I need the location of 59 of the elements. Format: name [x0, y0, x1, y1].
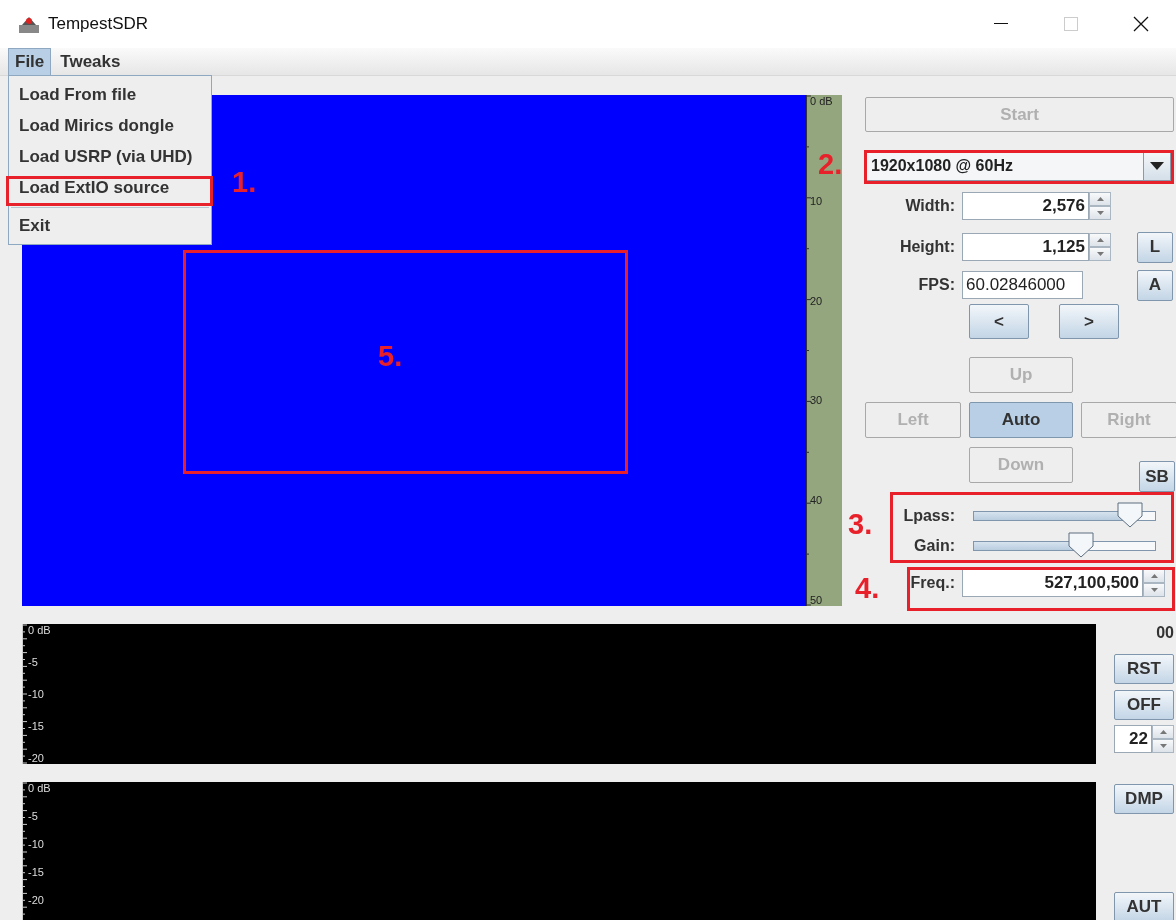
minimize-icon: [994, 23, 1008, 25]
close-icon: [1133, 16, 1149, 32]
fps-field[interactable]: 60.02846000: [962, 271, 1083, 299]
scale-label: 10: [810, 194, 824, 207]
annotation-number: 4.: [855, 572, 880, 605]
side-button[interactable]: L: [1137, 231, 1173, 263]
spinner-arrows[interactable]: [1089, 192, 1111, 220]
slider-label: Gain:: [913, 537, 956, 555]
annotation-number: 3.: [848, 508, 873, 541]
field-label: FPS:: [917, 276, 956, 294]
scale-label: 0 dB: [28, 624, 52, 636]
annotation-number: 5.: [378, 340, 403, 373]
window-title: TempestSDR: [48, 14, 149, 34]
scale-label: -10: [28, 838, 45, 850]
reset-button[interactable]: RST: [1114, 654, 1174, 684]
off-button[interactable]: OFF: [1114, 690, 1174, 720]
slider-thumb[interactable]: [1116, 502, 1143, 528]
scale-label: -5: [28, 810, 39, 822]
previous-button[interactable]: <: [969, 304, 1029, 339]
scale-label: 40: [810, 494, 824, 507]
frequency-field[interactable]: 527,100,500: [962, 569, 1143, 597]
scale-label: 30: [810, 394, 824, 407]
dump-button[interactable]: DMP: [1114, 784, 1174, 814]
field-label: Width:: [904, 197, 956, 215]
scale-label: -20: [28, 752, 45, 764]
next-button[interactable]: >: [1059, 304, 1119, 339]
scale-label: -15: [28, 720, 45, 732]
caret-icon: [1150, 161, 1164, 170]
menu-entry[interactable]: Load USRP (via UHD): [9, 142, 211, 173]
menu-item[interactable]: File: [8, 47, 52, 76]
menu-item[interactable]: Tweaks: [53, 47, 128, 76]
spinner-arrows[interactable]: [1152, 725, 1174, 753]
scale-label: -10: [28, 688, 45, 700]
slider-label: Lpass:: [902, 507, 956, 525]
slider-thumb[interactable]: [1067, 532, 1094, 558]
scale-label: 0 dB: [810, 95, 834, 107]
side-button[interactable]: A: [1137, 269, 1173, 301]
scale-label: -5: [28, 656, 39, 668]
direction-button[interactable]: Auto: [969, 402, 1073, 438]
sb-button[interactable]: SB: [1139, 461, 1175, 492]
field-label: Height:: [898, 238, 956, 256]
menu-entry[interactable]: Load From file: [9, 80, 211, 111]
aut-button[interactable]: AUT: [1114, 892, 1174, 920]
scale-label: -20: [28, 894, 45, 906]
counter-text: 00: [1156, 624, 1174, 642]
scale-label: 50: [810, 594, 824, 606]
spinner-arrows[interactable]: [1089, 233, 1111, 261]
maximize-icon: [1064, 17, 1078, 31]
scale-label: -15: [28, 866, 45, 878]
number-field[interactable]: 22: [1114, 725, 1152, 753]
height-field[interactable]: 1,125: [962, 233, 1089, 261]
menu-entry[interactable]: Load Mirics dongle: [9, 111, 211, 142]
width-field[interactable]: 2,576: [962, 192, 1089, 220]
annotation-number: 1.: [232, 166, 257, 199]
annotation-number: 2.: [818, 148, 843, 181]
menu-entry[interactable]: Exit: [9, 211, 211, 242]
scale-label: 0 dB: [28, 782, 52, 794]
scale-label: 20: [810, 294, 824, 307]
spinner-arrows[interactable]: [1143, 569, 1165, 597]
